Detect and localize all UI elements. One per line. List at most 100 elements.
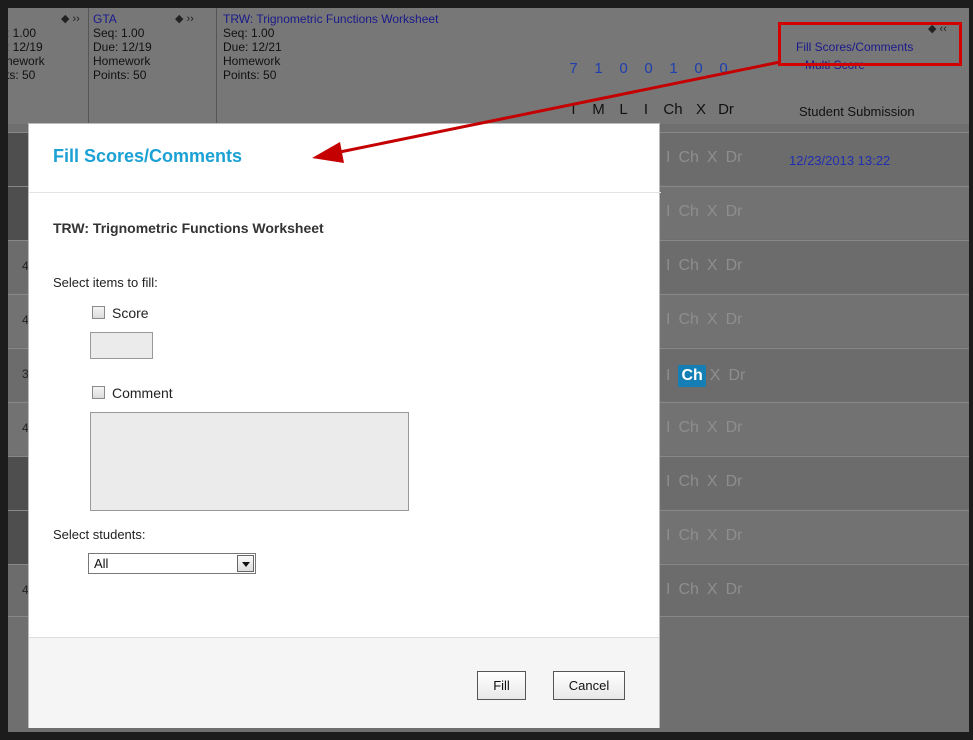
column-divider [216, 8, 217, 124]
count-t[interactable]: 7 [561, 60, 586, 77]
student-submission-header: Student Submission [799, 104, 915, 119]
row-codes: I Ch X Dr [666, 527, 750, 545]
chevron-down-icon[interactable] [237, 555, 254, 572]
count-dr[interactable]: 0 [711, 60, 736, 77]
sort-arrows-icon[interactable]: ◆ ›› [175, 12, 194, 26]
code-header-x: X [695, 101, 706, 118]
fill-scores-dialog: Fill Scores/Comments TRW: Trignometric F… [28, 123, 661, 728]
count-m[interactable]: 1 [586, 60, 611, 77]
code-x[interactable]: X [707, 257, 718, 275]
comment-label: Comment [112, 385, 173, 401]
code-header-dr: Dr [718, 101, 734, 118]
assignment-column-3[interactable]: TRW: Trignometric Functions Worksheet Se… [223, 12, 553, 82]
row-codes: I Ch X Dr [666, 311, 750, 329]
code-x[interactable]: X [707, 473, 718, 491]
row-marker [8, 457, 28, 510]
count-x[interactable]: 0 [686, 60, 711, 77]
code-dr[interactable]: Dr [726, 419, 743, 437]
column-points: ts: 50 [8, 68, 36, 82]
assignment-column-1[interactable]: ◆ ›› : 1.00 : 12/19 nework ts: 50 [8, 12, 81, 82]
code-headers: T M L I Ch X Dr [561, 101, 740, 118]
column-title[interactable]: TRW: Trignometric Functions Worksheet [223, 12, 553, 26]
column-points: Points: 50 [223, 68, 277, 82]
comment-checkbox[interactable] [92, 386, 105, 399]
code-ch[interactable]: Ch [678, 149, 698, 167]
count-ch[interactable]: 1 [661, 60, 686, 77]
code-ch[interactable]: Ch [678, 257, 698, 275]
code-ch-selected[interactable]: Ch [678, 365, 706, 387]
score-input[interactable] [90, 332, 153, 359]
code-i[interactable]: I [666, 203, 670, 221]
dialog-footer: Fill Cancel [29, 637, 659, 728]
fill-button[interactable]: Fill [477, 671, 526, 700]
code-i[interactable]: I [666, 527, 670, 545]
code-dr[interactable]: Dr [728, 367, 745, 385]
code-ch[interactable]: Ch [678, 311, 698, 329]
code-x[interactable]: X [707, 149, 718, 167]
code-ch[interactable]: Ch [678, 581, 698, 599]
row-codes: I Ch X Dr [666, 203, 750, 221]
cancel-button[interactable]: Cancel [553, 671, 625, 700]
score-checkbox[interactable] [92, 306, 105, 319]
code-ch[interactable]: Ch [678, 473, 698, 491]
code-i[interactable]: I [666, 419, 670, 437]
column-category: Homework [93, 54, 151, 68]
code-ch[interactable]: Ch [678, 527, 698, 545]
column-title[interactable]: GTA [93, 12, 213, 26]
callout-highlight-box [778, 22, 962, 66]
column-category: nework [8, 54, 45, 68]
row-marker [8, 133, 28, 186]
students-selected-value: All [94, 556, 109, 571]
select-items-label: Select items to fill: [53, 275, 158, 290]
code-counts: 7100100 [561, 60, 736, 77]
code-x[interactable]: X [710, 367, 721, 385]
code-i[interactable]: I [666, 473, 670, 491]
code-x[interactable]: X [707, 203, 718, 221]
code-dr[interactable]: Dr [726, 581, 743, 599]
code-header-ch: Ch [663, 101, 683, 118]
code-dr[interactable]: Dr [726, 149, 743, 167]
code-header-l: L [619, 101, 628, 118]
submission-timestamp[interactable]: 12/23/2013 13:22 [789, 153, 890, 168]
code-i[interactable]: I [666, 311, 670, 329]
comment-textarea[interactable] [90, 412, 409, 511]
sort-arrows-icon[interactable]: ◆ ›› [61, 12, 80, 26]
select-students-label: Select students: [53, 527, 146, 542]
column-seq: Seq: 1.00 [223, 26, 275, 40]
count-i[interactable]: 0 [636, 60, 661, 77]
code-i[interactable]: I [666, 581, 670, 599]
code-x[interactable]: X [707, 581, 718, 599]
code-header-m: M [592, 101, 605, 118]
row-codes: I Ch X Dr [666, 365, 753, 387]
column-seq: Seq: 1.00 [93, 26, 145, 40]
code-x[interactable]: X [707, 419, 718, 437]
row-marker [8, 187, 28, 240]
code-ch[interactable]: Ch [678, 203, 698, 221]
code-dr[interactable]: Dr [726, 527, 743, 545]
row-codes: I Ch X Dr [666, 149, 750, 167]
code-ch[interactable]: Ch [678, 419, 698, 437]
code-x[interactable]: X [707, 527, 718, 545]
assignment-column-2[interactable]: GTA ◆ ›› Seq: 1.00 Due: 12/19 Homework P… [93, 12, 213, 82]
code-dr[interactable]: Dr [726, 311, 743, 329]
column-due: Due: 12/19 [93, 40, 152, 54]
code-i[interactable]: I [666, 367, 670, 385]
code-dr[interactable]: Dr [726, 203, 743, 221]
code-x[interactable]: X [707, 311, 718, 329]
column-category: Homework [223, 54, 281, 68]
code-i[interactable]: I [666, 257, 670, 275]
column-seq: : 1.00 [8, 26, 37, 40]
count-l[interactable]: 0 [611, 60, 636, 77]
code-dr[interactable]: Dr [726, 257, 743, 275]
score-label: Score [112, 305, 149, 321]
column-due: : 12/19 [8, 40, 43, 54]
code-i[interactable]: I [666, 149, 670, 167]
row-codes: I Ch X Dr [666, 419, 750, 437]
code-dr[interactable]: Dr [726, 473, 743, 491]
column-divider [88, 8, 89, 124]
column-due: Due: 12/21 [223, 40, 282, 54]
column-points: Points: 50 [93, 68, 147, 82]
assignment-name: TRW: Trignometric Functions Worksheet [53, 220, 324, 236]
students-select[interactable]: All [88, 553, 256, 574]
row-codes: I Ch X Dr [666, 257, 750, 275]
